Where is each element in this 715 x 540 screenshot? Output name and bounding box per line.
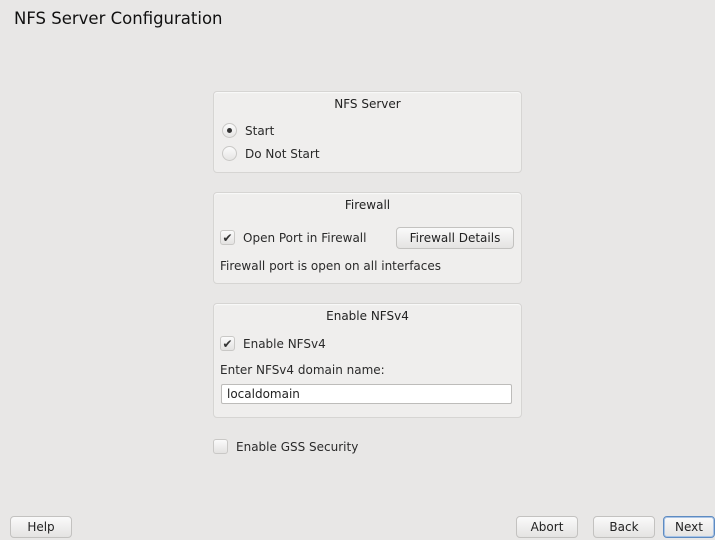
enable-nfsv4-label: Enable NFSv4 [243, 336, 326, 351]
nfs-server-group: NFS Server Start Do Not Start [213, 91, 522, 173]
open-port-checkbox[interactable]: ✔ Open Port in Firewall [220, 230, 366, 245]
next-button[interactable]: Next [663, 516, 715, 538]
help-button[interactable]: Help [10, 516, 72, 538]
enable-nfsv4-check-indicator[interactable]: ✔ [220, 336, 235, 351]
nfsv4-group: Enable NFSv4 ✔ Enable NFSv4 Enter NFSv4 … [213, 303, 522, 418]
gss-security-checkbox[interactable]: Enable GSS Security [213, 439, 358, 454]
gss-check-indicator[interactable] [213, 439, 228, 454]
domain-name-label: Enter NFSv4 domain name: [220, 363, 385, 377]
firewall-status-text: Firewall port is open on all interfaces [220, 259, 442, 273]
radio-start-label: Start [245, 123, 275, 138]
abort-button[interactable]: Abort [516, 516, 578, 538]
checkmark-icon: ✔ [222, 230, 233, 245]
radio-start-indicator[interactable] [222, 123, 237, 138]
radio-start[interactable]: Start [222, 123, 274, 138]
firewall-group: Firewall ✔ Open Port in Firewall Firewal… [213, 192, 522, 284]
nfsv4-group-title: Enable NFSv4 [326, 309, 409, 323]
firewall-details-button[interactable]: Firewall Details [396, 227, 514, 249]
radio-do-not-start-indicator[interactable] [222, 146, 237, 161]
domain-name-input[interactable]: localdomain [221, 384, 512, 404]
open-port-check-indicator[interactable]: ✔ [220, 230, 235, 245]
page-title: NFS Server Configuration [14, 9, 223, 28]
firewall-group-title: Firewall [344, 198, 391, 212]
radio-selected-dot [227, 128, 232, 133]
radio-do-not-start[interactable]: Do Not Start [222, 146, 320, 161]
back-button[interactable]: Back [593, 516, 655, 538]
radio-do-not-start-label: Do Not Start [245, 146, 320, 161]
nfs-server-group-title: NFS Server [334, 97, 401, 111]
enable-nfsv4-checkbox[interactable]: ✔ Enable NFSv4 [220, 336, 326, 351]
gss-security-label: Enable GSS Security [236, 439, 359, 454]
checkmark-icon: ✔ [222, 336, 233, 351]
open-port-label: Open Port in Firewall [243, 230, 367, 245]
